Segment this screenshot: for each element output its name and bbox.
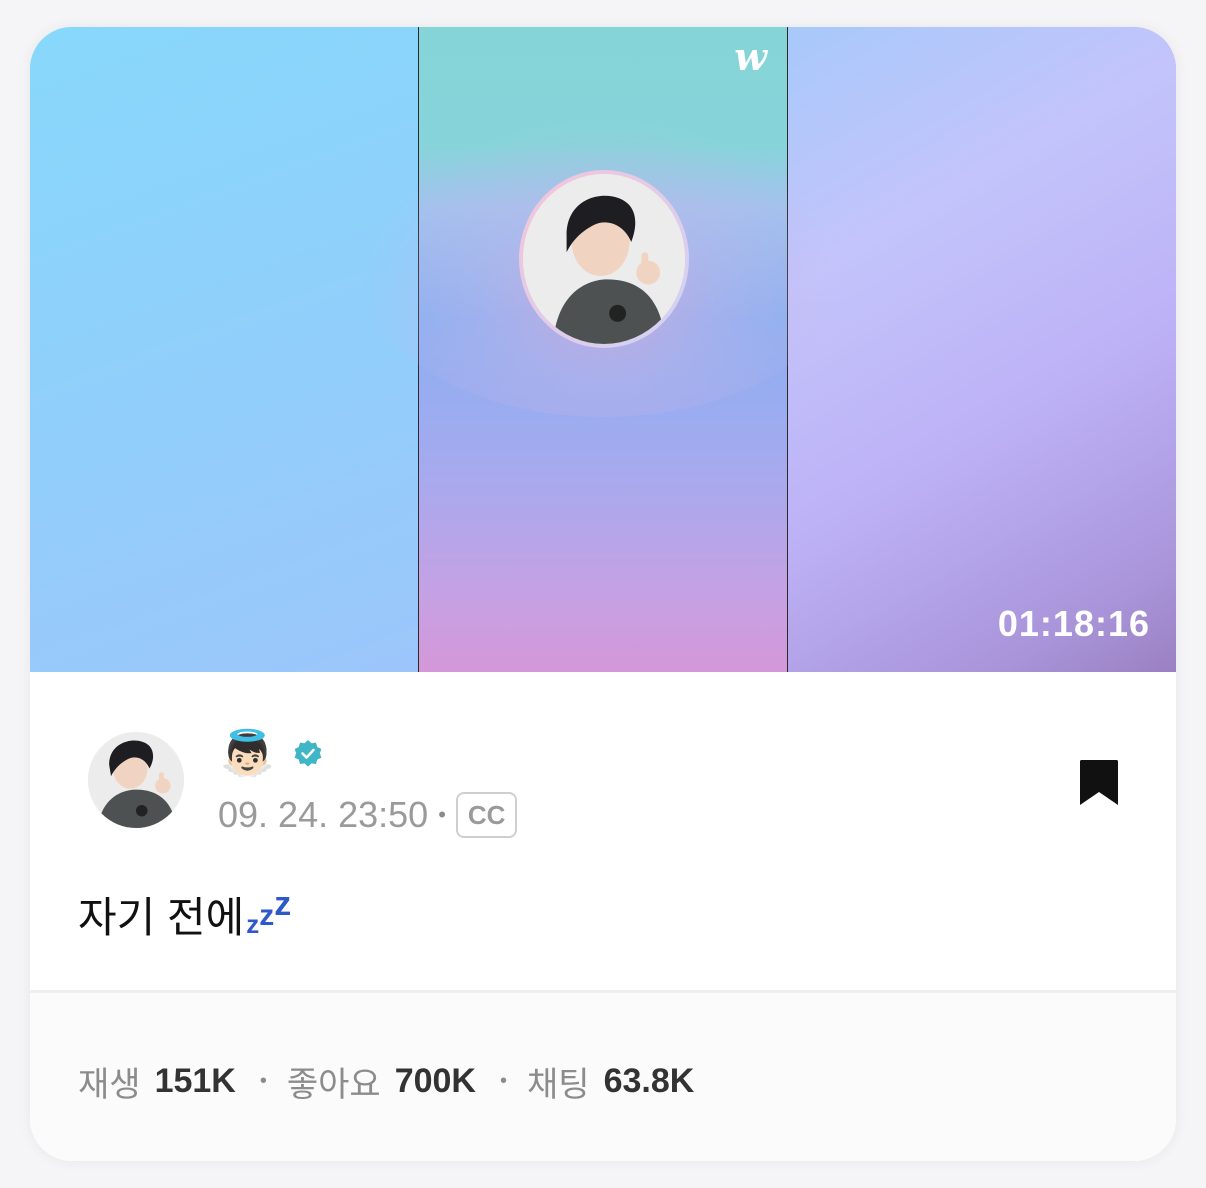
post-meta: 09. 24. 23:50 • CC xyxy=(218,792,518,838)
author-photo-icon xyxy=(88,732,184,828)
post-caption: 자기 전에 zzz xyxy=(78,884,291,945)
chats-value: 63.8K xyxy=(603,1062,695,1100)
author-avatar[interactable] xyxy=(88,732,184,828)
video-thumbnail[interactable]: w 01:18:16 xyxy=(30,27,1176,672)
verified-badge-icon xyxy=(294,740,322,767)
cc-badge: CC xyxy=(455,792,518,838)
live-profile-avatar xyxy=(519,170,689,348)
likes-value: 700K xyxy=(394,1062,476,1100)
thumbnail-center-frame: w xyxy=(359,27,849,672)
weverse-logo-icon: w xyxy=(734,34,767,79)
post-info: 👼🏻 09. 24. 23:50 • CC 자기 전에 zzz xyxy=(30,672,1176,990)
chats-label: 채팅 xyxy=(527,1066,590,1104)
stat-separator: • xyxy=(259,1070,267,1092)
thumbnail-left-blur xyxy=(30,27,418,672)
author-name-emoji[interactable]: 👼🏻 xyxy=(220,728,275,780)
likes-label: 좋아요 xyxy=(286,1066,381,1104)
thumbnail-right-blur xyxy=(788,27,1176,672)
video-duration: 01:18:16 xyxy=(997,603,1150,644)
live-post-card[interactable]: w 01:18:16 👼🏻 09. 24. 23:50 • CC 자기 전에 z… xyxy=(30,27,1176,1161)
plays-label: 재생 xyxy=(78,1066,141,1104)
stat-separator: • xyxy=(499,1070,507,1092)
post-timestamp: 09. 24. 23:50 xyxy=(218,794,429,835)
zzz-emoji: zzz xyxy=(246,885,292,939)
post-stats: 재생 151K • 좋아요 700K • 채팅 63.8K xyxy=(30,993,1176,1161)
bookmark-icon[interactable] xyxy=(1078,758,1120,808)
meta-separator: • xyxy=(438,802,446,827)
caption-text: 자기 전에 xyxy=(78,894,245,941)
plays-value: 151K xyxy=(154,1062,236,1100)
author-name-row: 👼🏻 xyxy=(220,724,323,784)
person-photo-icon xyxy=(523,174,685,344)
